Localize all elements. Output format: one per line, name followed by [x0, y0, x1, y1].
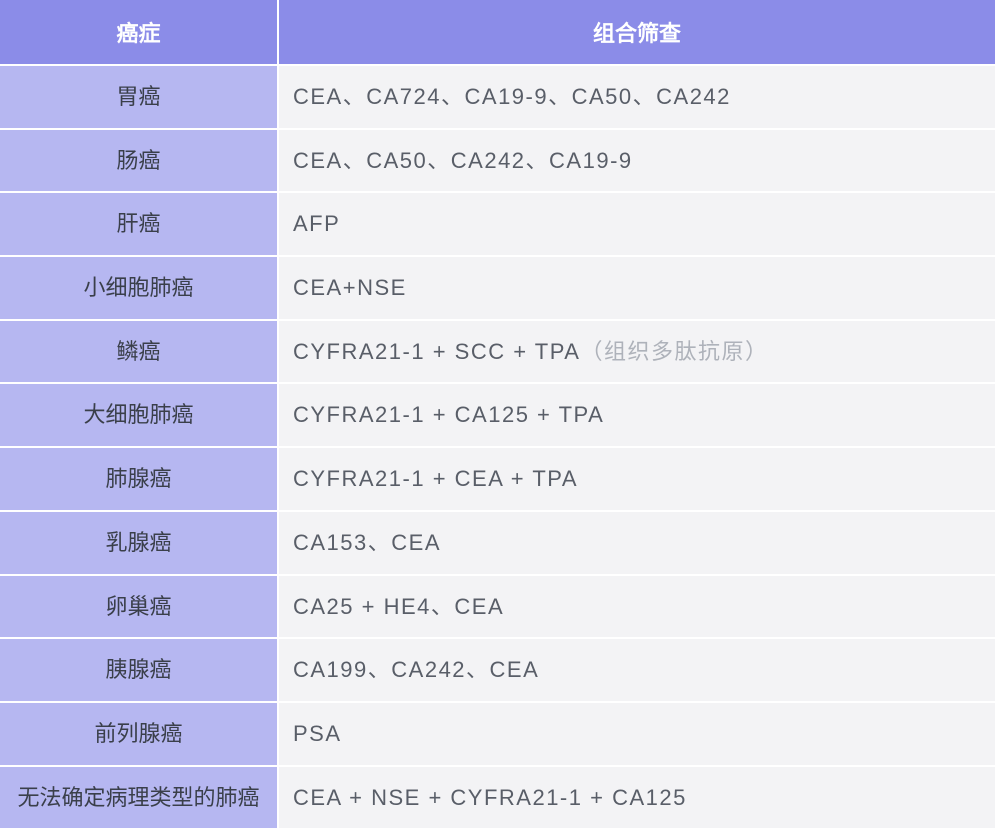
screening-markers: AFP	[278, 192, 995, 256]
cancer-name: 无法确定病理类型的肺癌	[0, 766, 278, 829]
cancer-screening-table: 癌症 组合筛查 胃癌 CEA、CA724、CA19-9、CA50、CA242 肠…	[0, 0, 995, 828]
cancer-name: 胰腺癌	[0, 638, 278, 702]
cancer-name: 肝癌	[0, 192, 278, 256]
header-cancer: 癌症	[0, 0, 278, 65]
cancer-name: 肺腺癌	[0, 447, 278, 511]
table-body: 胃癌 CEA、CA724、CA19-9、CA50、CA242 肠癌 CEA、CA…	[0, 65, 995, 828]
table-row: 大细胞肺癌 CYFRA21-1 + CA125 + TPA	[0, 383, 995, 447]
table-header-row: 癌症 组合筛查	[0, 0, 995, 65]
cancer-name: 卵巢癌	[0, 575, 278, 639]
table-row: 无法确定病理类型的肺癌 CEA + NSE + CYFRA21-1 + CA12…	[0, 766, 995, 829]
cancer-name: 小细胞肺癌	[0, 256, 278, 320]
screening-markers: CEA、CA724、CA19-9、CA50、CA242	[278, 65, 995, 129]
screening-markers: CYFRA21-1 + CEA + TPA	[278, 447, 995, 511]
screening-markers: CA153、CEA	[278, 511, 995, 575]
screening-markers: CA25 + HE4、CEA	[278, 575, 995, 639]
table-row: 胰腺癌 CA199、CA242、CEA	[0, 638, 995, 702]
cancer-name: 大细胞肺癌	[0, 383, 278, 447]
screening-markers: CEA+NSE	[278, 256, 995, 320]
header-screening: 组合筛查	[278, 0, 995, 65]
table-row: 卵巢癌 CA25 + HE4、CEA	[0, 575, 995, 639]
screening-markers: CEA、CA50、CA242、CA19-9	[278, 129, 995, 193]
cancer-name: 肠癌	[0, 129, 278, 193]
screening-markers: PSA	[278, 702, 995, 766]
table-row: 小细胞肺癌 CEA+NSE	[0, 256, 995, 320]
screening-markers: CYFRA21-1 + SCC + TPA（组织多肽抗原）	[278, 320, 995, 384]
cancer-name: 鳞癌	[0, 320, 278, 384]
table-row: 前列腺癌 PSA	[0, 702, 995, 766]
table-row: 胃癌 CEA、CA724、CA19-9、CA50、CA242	[0, 65, 995, 129]
cancer-name: 前列腺癌	[0, 702, 278, 766]
cancer-name: 胃癌	[0, 65, 278, 129]
screening-markers: CA199、CA242、CEA	[278, 638, 995, 702]
table-row: 鳞癌 CYFRA21-1 + SCC + TPA（组织多肽抗原）	[0, 320, 995, 384]
cancer-name: 乳腺癌	[0, 511, 278, 575]
screening-markers: CEA + NSE + CYFRA21-1 + CA125	[278, 766, 995, 829]
table-row: 肠癌 CEA、CA50、CA242、CA19-9	[0, 129, 995, 193]
table-row: 肺腺癌 CYFRA21-1 + CEA + TPA	[0, 447, 995, 511]
table-row: 肝癌 AFP	[0, 192, 995, 256]
table-row: 乳腺癌 CA153、CEA	[0, 511, 995, 575]
screening-markers: CYFRA21-1 + CA125 + TPA	[278, 383, 995, 447]
